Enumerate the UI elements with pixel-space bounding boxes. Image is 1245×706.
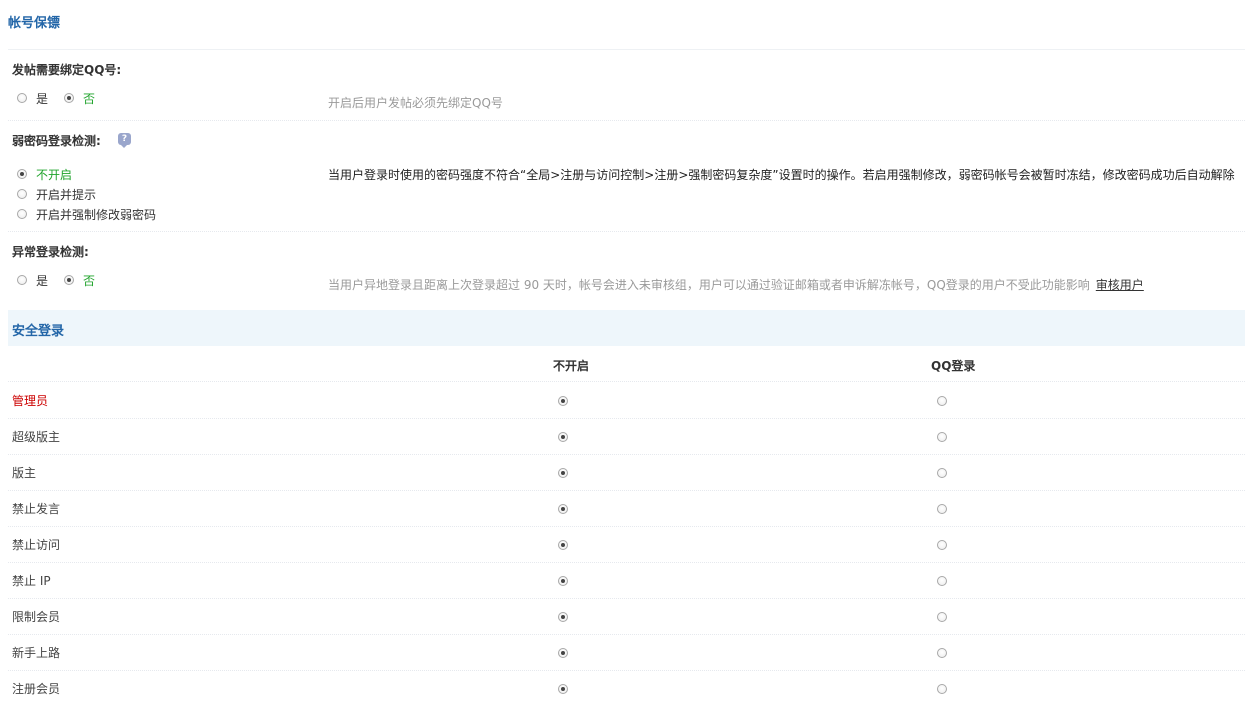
radio-cell-off[interactable] xyxy=(558,395,568,409)
row-label: 新手上路 xyxy=(12,646,61,660)
table-row: 禁止访问 xyxy=(8,526,1245,563)
radio-cell-off[interactable] xyxy=(558,467,568,481)
radio-circle[interactable] xyxy=(937,432,947,442)
radio-cell-off[interactable] xyxy=(558,539,568,553)
radio-bind-qq-no[interactable]: 否 xyxy=(64,90,95,106)
divider xyxy=(8,120,1245,121)
setting-title-weak-password: 弱密码登录检测: xyxy=(12,134,101,148)
option-label: 否 xyxy=(83,91,96,106)
radio-circle[interactable] xyxy=(937,540,947,550)
row-label: 禁止发言 xyxy=(12,502,61,516)
option-label: 是 xyxy=(36,273,49,288)
radio-circle[interactable] xyxy=(17,275,27,285)
radio-circle[interactable] xyxy=(558,504,568,514)
radio-circle[interactable] xyxy=(937,648,947,658)
description-text: 当用户异地登录且距离上次登录超过 90 天时，帐号会进入未审核组，用户可以通过验… xyxy=(328,278,1090,292)
radio-abnormal-no[interactable]: 否 xyxy=(64,272,95,288)
radio-circle[interactable] xyxy=(64,93,74,103)
radio-circle[interactable] xyxy=(558,396,568,406)
divider xyxy=(8,231,1245,232)
option-label: 开启并提示 xyxy=(36,187,97,202)
radio-cell-qq-login[interactable] xyxy=(937,539,947,553)
radio-circle[interactable] xyxy=(64,275,74,285)
radio-cell-off[interactable] xyxy=(558,575,568,589)
page-title: 帐号保镖 xyxy=(8,16,61,31)
section-title: 安全登录 xyxy=(12,324,65,339)
setting-description: 当用户异地登录且距离上次登录超过 90 天时，帐号会进入未审核组，用户可以通过验… xyxy=(328,276,1144,293)
option-label: 开启并强制修改弱密码 xyxy=(36,207,157,222)
radio-cell-qq-login[interactable] xyxy=(937,431,947,445)
radio-cell-off[interactable] xyxy=(558,683,568,697)
row-label: 超级版主 xyxy=(12,430,61,444)
row-label: 注册会员 xyxy=(12,682,61,696)
radio-cell-qq-login[interactable] xyxy=(937,611,947,625)
row-label: 限制会员 xyxy=(12,610,61,624)
radio-circle[interactable] xyxy=(937,396,947,406)
table-row: 禁止 IP xyxy=(8,562,1245,599)
radio-cell-qq-login[interactable] xyxy=(937,647,947,661)
table-row: 注册会员 xyxy=(8,670,1245,706)
review-users-link[interactable]: 审核用户 xyxy=(1096,278,1144,292)
radio-cell-qq-login[interactable] xyxy=(937,467,947,481)
radio-cell-qq-login[interactable] xyxy=(937,503,947,517)
radio-circle[interactable] xyxy=(17,209,27,219)
radio-weak-pw-prompt[interactable]: 开启并提示 xyxy=(17,186,96,202)
row-label: 管理员 xyxy=(12,394,49,408)
table-row: 管理员 xyxy=(8,382,1245,419)
radio-circle[interactable] xyxy=(558,576,568,586)
radio-circle[interactable] xyxy=(558,468,568,478)
row-label: 禁止访问 xyxy=(12,538,61,552)
table-row: 版主 xyxy=(8,454,1245,491)
radio-circle[interactable] xyxy=(558,540,568,550)
setting-description: 开启后用户发帖必须先绑定QQ号 xyxy=(328,96,503,110)
table-row: 禁止发言 xyxy=(8,490,1245,527)
radio-circle[interactable] xyxy=(558,612,568,622)
radio-circle[interactable] xyxy=(937,468,947,478)
radio-circle[interactable] xyxy=(937,576,947,586)
radio-weak-pw-force[interactable]: 开启并强制修改弱密码 xyxy=(17,206,156,222)
radio-circle[interactable] xyxy=(558,432,568,442)
setting-description: 当用户登录时使用的密码强度不符合“全局>注册与访问控制>注册>强制密码复杂度”设… xyxy=(328,168,1235,182)
radio-cell-qq-login[interactable] xyxy=(937,575,947,589)
radio-circle[interactable] xyxy=(17,169,27,179)
radio-bind-qq-yes[interactable]: 是 xyxy=(17,90,48,106)
radio-weak-pw-off[interactable]: 不开启 xyxy=(17,166,72,182)
radio-circle[interactable] xyxy=(558,648,568,658)
section-header-bar xyxy=(8,310,1245,346)
table-row: 限制会员 xyxy=(8,598,1245,635)
radio-cell-off[interactable] xyxy=(558,431,568,445)
radio-cell-off[interactable] xyxy=(558,611,568,625)
column-header-qq-login: QQ登录 xyxy=(931,359,976,373)
radio-cell-off[interactable] xyxy=(558,503,568,517)
radio-circle[interactable] xyxy=(558,684,568,694)
option-label: 不开启 xyxy=(36,167,73,182)
radio-cell-qq-login[interactable] xyxy=(937,683,947,697)
help-bubble-icon[interactable]: ? xyxy=(118,133,131,148)
column-header-off: 不开启 xyxy=(553,359,590,373)
setting-title-abnormal-login: 异常登录检测: xyxy=(12,245,89,259)
radio-circle[interactable] xyxy=(937,504,947,514)
row-label: 禁止 IP xyxy=(12,574,51,588)
row-label: 版主 xyxy=(12,466,37,480)
radio-circle[interactable] xyxy=(937,612,947,622)
radio-circle[interactable] xyxy=(17,189,27,199)
radio-cell-qq-login[interactable] xyxy=(937,395,947,409)
table-row: 新手上路 xyxy=(8,634,1245,671)
table-row: 超级版主 xyxy=(8,418,1245,455)
option-label: 否 xyxy=(83,273,96,288)
divider xyxy=(8,49,1245,50)
option-label: 是 xyxy=(36,91,49,106)
radio-circle[interactable] xyxy=(17,93,27,103)
setting-title-bind-qq: 发帖需要绑定QQ号: xyxy=(12,63,122,77)
radio-circle[interactable] xyxy=(937,684,947,694)
radio-abnormal-yes[interactable]: 是 xyxy=(17,272,48,288)
radio-cell-off[interactable] xyxy=(558,647,568,661)
